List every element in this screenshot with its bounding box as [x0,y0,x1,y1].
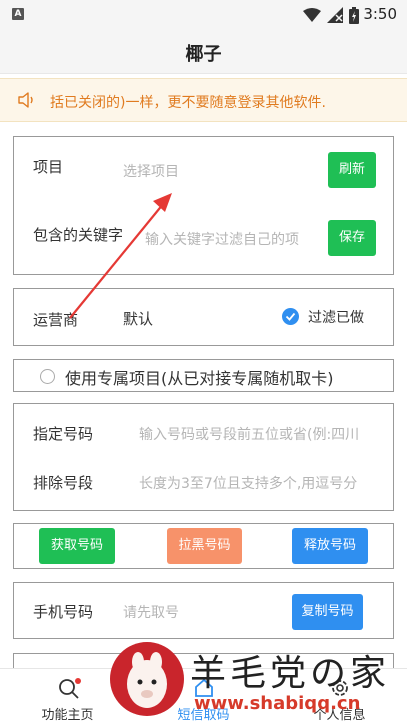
nav-home[interactable]: 功能主页 [0,669,135,725]
nav-home-label: 功能主页 [41,708,94,723]
nav-profile[interactable]: 个人信息 [272,669,407,725]
nav-sms[interactable]: 短信取码 [136,669,271,725]
annotation-arrow [69,193,172,319]
search-icon [59,678,81,699]
home-icon [195,678,213,697]
gear-icon [332,680,348,696]
nav-profile-label: 个人信息 [313,708,366,723]
nav-sms-label: 短信取码 [177,708,230,723]
bottom-nav: 功能主页 短信取码 个人信息 [0,668,407,725]
